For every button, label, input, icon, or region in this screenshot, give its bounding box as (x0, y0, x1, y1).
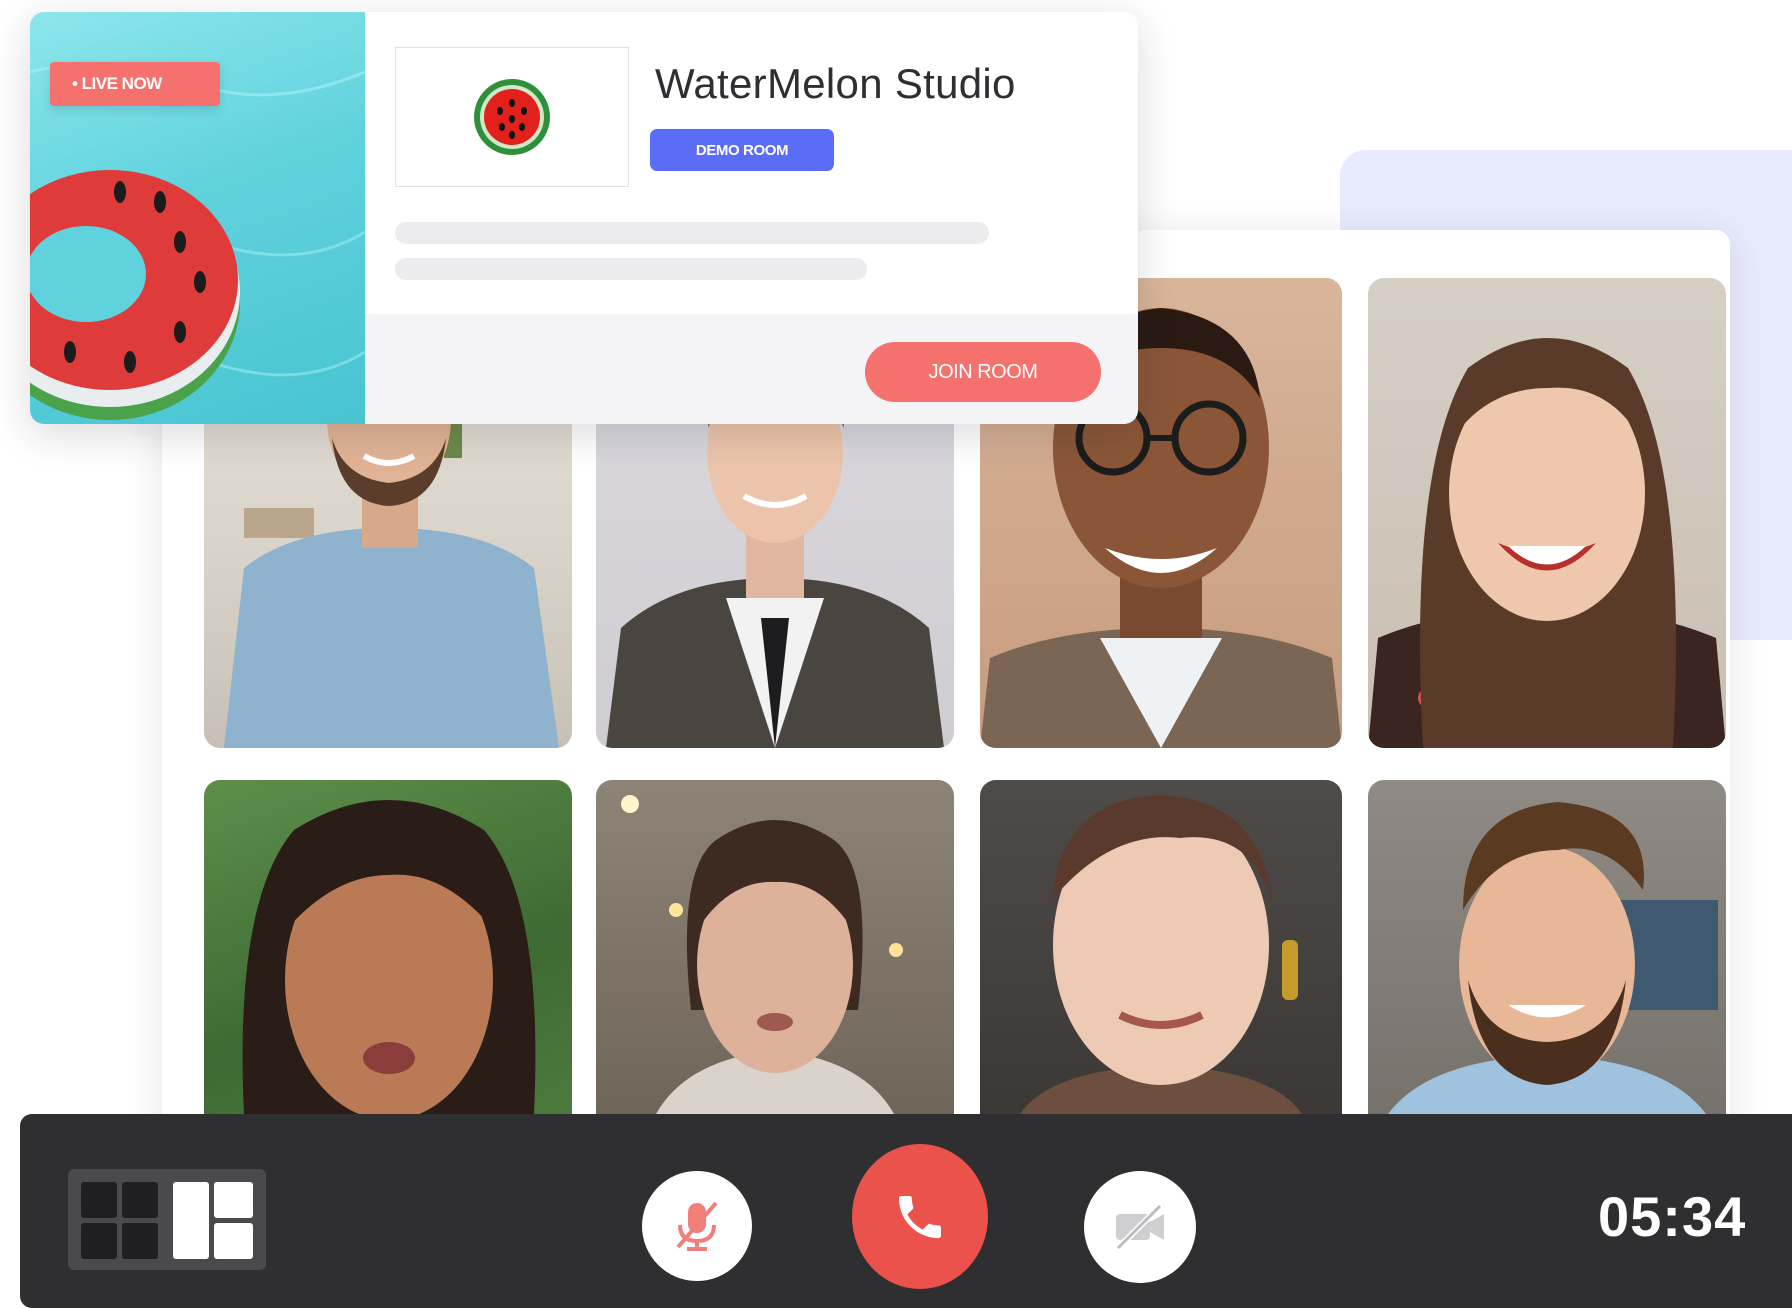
end-call-button[interactable] (852, 1144, 988, 1289)
live-now-badge: • LIVE NOW (50, 62, 220, 106)
video-tile[interactable] (1368, 780, 1726, 1114)
mic-muted-icon (676, 1201, 718, 1251)
phone-icon (899, 1195, 941, 1238)
studio-logo (395, 47, 629, 187)
video-tile[interactable] (980, 780, 1342, 1114)
watermelon-icon (474, 79, 550, 155)
layout-switcher[interactable] (68, 1169, 266, 1270)
placeholder-line (395, 258, 867, 280)
camera-off-icon (1115, 1203, 1164, 1251)
toggle-camera-button[interactable] (1084, 1171, 1196, 1283)
room-title: WaterMelon Studio (655, 60, 1016, 107)
video-tile[interactable] (204, 780, 572, 1114)
participant-video (242, 800, 536, 1114)
video-tile[interactable] (1368, 278, 1726, 748)
room-card: • LIVE NOW WaterMelon Studio DEMO ROOM J… (30, 12, 1138, 424)
call-timer: 05:34 (1598, 1185, 1747, 1248)
mute-microphone-button[interactable] (642, 1171, 752, 1281)
demo-room-button[interactable]: DEMO ROOM (650, 129, 834, 171)
video-tile[interactable] (596, 780, 954, 1114)
grid-layout-icon[interactable] (81, 1182, 158, 1259)
room-thumbnail: • LIVE NOW (30, 12, 365, 424)
join-room-button[interactable]: JOIN ROOM (865, 342, 1101, 402)
participant-video (1388, 802, 1718, 1114)
call-control-bar: 05:34 (20, 1114, 1792, 1308)
participant-video (1368, 338, 1726, 748)
participant-video (1020, 795, 1302, 1114)
placeholder-line (395, 222, 989, 244)
speaker-layout-icon[interactable] (173, 1182, 253, 1259)
participant-video (621, 795, 903, 1114)
